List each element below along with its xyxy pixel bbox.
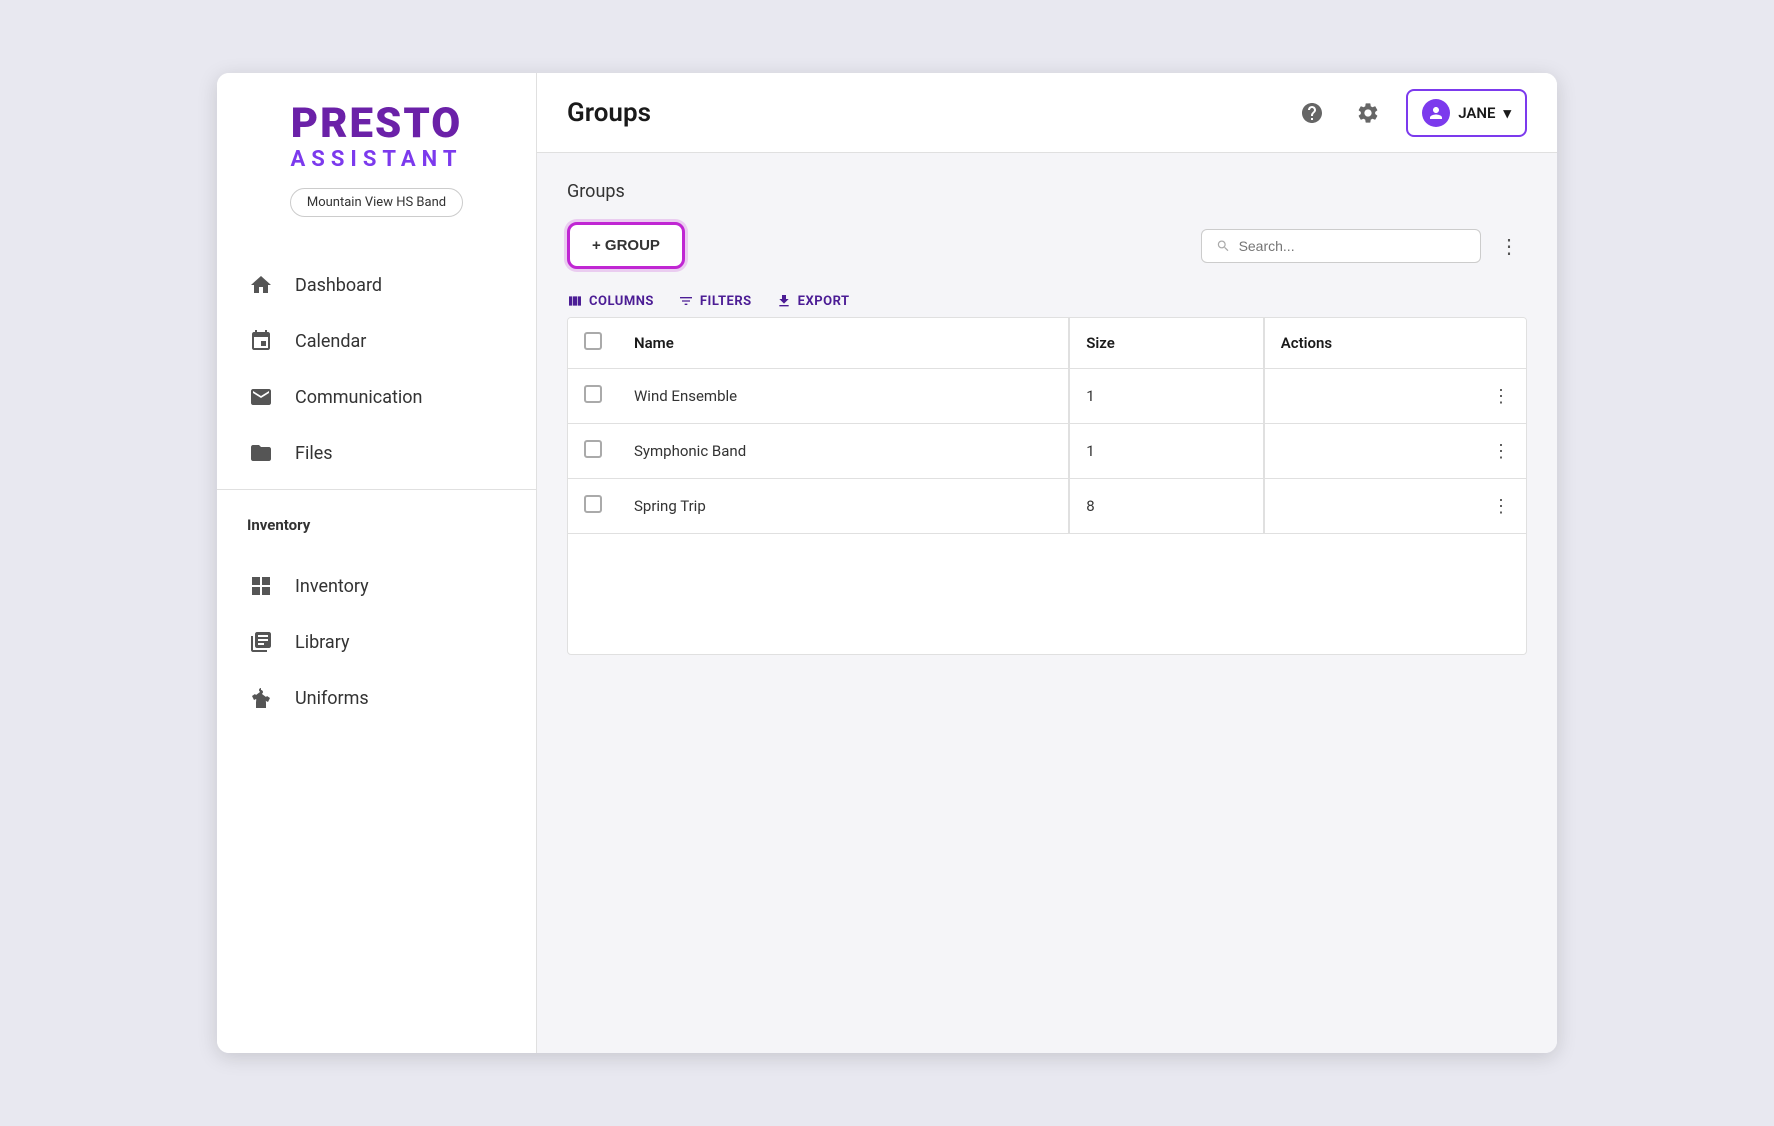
columns-icon bbox=[567, 293, 583, 309]
export-button[interactable]: EXPORT bbox=[776, 293, 850, 309]
more-options-button[interactable]: ⋮ bbox=[1491, 230, 1527, 262]
user-avatar bbox=[1422, 99, 1450, 127]
org-badge[interactable]: Mountain View HS Band bbox=[290, 188, 463, 217]
row-name-1: Symphonic Band bbox=[618, 424, 1069, 479]
row-more-button-2[interactable]: ⋮ bbox=[1281, 496, 1510, 517]
search-input[interactable] bbox=[1239, 238, 1466, 254]
sidebar-item-dashboard[interactable]: Dashboard bbox=[217, 257, 536, 313]
row-checkbox-cell-0 bbox=[568, 369, 618, 424]
main-nav: Dashboard Calendar Communication bbox=[217, 257, 536, 481]
row-checkbox-cell-2 bbox=[568, 479, 618, 534]
sidebar-divider bbox=[217, 489, 536, 490]
row-name-2: Spring Trip bbox=[618, 479, 1069, 534]
chevron-down-icon: ▾ bbox=[1503, 104, 1511, 122]
mail-icon bbox=[247, 383, 275, 411]
uniform-icon bbox=[247, 684, 275, 712]
app-container: PRESTO ASSISTANT Mountain View HS Band D… bbox=[217, 73, 1557, 1053]
toolbar-right: ⋮ bbox=[1201, 229, 1527, 263]
row-actions-2: ⋮ bbox=[1264, 479, 1526, 534]
select-all-checkbox[interactable] bbox=[584, 332, 602, 350]
sidebar-item-label: Calendar bbox=[295, 331, 366, 352]
inventory-nav: Inventory Library Uniforms bbox=[217, 558, 536, 726]
row-actions-0: ⋮ bbox=[1264, 369, 1526, 424]
export-icon bbox=[776, 293, 792, 309]
sidebar: PRESTO ASSISTANT Mountain View HS Band D… bbox=[217, 73, 537, 1053]
table-row: Wind Ensemble 1 ⋮ bbox=[568, 369, 1526, 424]
row-size-0: 1 bbox=[1069, 369, 1264, 424]
sidebar-item-inventory[interactable]: Inventory bbox=[217, 558, 536, 614]
table-body: Wind Ensemble 1 ⋮ Symphonic Band 1 ⋮ Spr… bbox=[568, 369, 1526, 654]
sub-toolbar: COLUMNS FILTERS EXPORT bbox=[567, 285, 1527, 317]
inventory-section-label: Inventory bbox=[217, 498, 536, 538]
table-header-row: Name Size Actions bbox=[568, 318, 1526, 369]
home-icon bbox=[247, 271, 275, 299]
row-name-0: Wind Ensemble bbox=[618, 369, 1069, 424]
row-size-1: 1 bbox=[1069, 424, 1264, 479]
top-bar-actions: JANE ▾ bbox=[1294, 89, 1527, 137]
toolbar-left: + GROUP bbox=[567, 222, 685, 269]
size-column-header: Size bbox=[1069, 318, 1264, 369]
row-checkbox-0[interactable] bbox=[584, 385, 602, 403]
add-group-button[interactable]: + GROUP bbox=[567, 222, 685, 269]
app-logo: PRESTO bbox=[291, 103, 462, 145]
filter-icon bbox=[678, 293, 694, 309]
sidebar-item-communication[interactable]: Communication bbox=[217, 369, 536, 425]
row-actions-1: ⋮ bbox=[1264, 424, 1526, 479]
empty-row bbox=[568, 534, 1526, 654]
help-button[interactable] bbox=[1294, 95, 1330, 131]
search-icon bbox=[1216, 238, 1231, 254]
sidebar-item-label: Communication bbox=[295, 387, 422, 408]
toolbar: + GROUP ⋮ bbox=[567, 222, 1527, 269]
row-checkbox-1[interactable] bbox=[584, 440, 602, 458]
app-sub: ASSISTANT bbox=[291, 147, 463, 172]
row-checkbox-2[interactable] bbox=[584, 495, 602, 513]
main-content: Groups bbox=[537, 73, 1557, 1053]
sidebar-item-label: Files bbox=[295, 443, 333, 464]
search-box bbox=[1201, 229, 1481, 263]
folder-icon bbox=[247, 439, 275, 467]
logo-area: PRESTO ASSISTANT Mountain View HS Band bbox=[217, 103, 536, 237]
sidebar-item-files[interactable]: Files bbox=[217, 425, 536, 481]
table-row: Spring Trip 8 ⋮ bbox=[568, 479, 1526, 534]
grid-icon bbox=[247, 572, 275, 600]
calendar-icon bbox=[247, 327, 275, 355]
actions-column-header: Actions bbox=[1264, 318, 1526, 369]
row-more-button-1[interactable]: ⋮ bbox=[1281, 441, 1510, 462]
top-bar: Groups bbox=[537, 73, 1557, 153]
sidebar-item-label: Library bbox=[295, 632, 350, 653]
name-column-header: Name bbox=[618, 318, 1069, 369]
settings-button[interactable] bbox=[1350, 95, 1386, 131]
row-more-button-0[interactable]: ⋮ bbox=[1281, 386, 1510, 407]
select-all-header bbox=[568, 318, 618, 369]
groups-table: Name Size Actions bbox=[567, 317, 1527, 655]
sidebar-item-uniforms[interactable]: Uniforms bbox=[217, 670, 536, 726]
row-checkbox-cell-1 bbox=[568, 424, 618, 479]
sidebar-item-label: Dashboard bbox=[295, 275, 382, 296]
sidebar-item-label: Inventory bbox=[295, 576, 369, 597]
user-name: JANE bbox=[1458, 104, 1495, 122]
table: Name Size Actions bbox=[568, 318, 1526, 654]
sidebar-item-library[interactable]: Library bbox=[217, 614, 536, 670]
table-row: Symphonic Band 1 ⋮ bbox=[568, 424, 1526, 479]
filters-button[interactable]: FILTERS bbox=[678, 293, 752, 309]
content-breadcrumb: Groups bbox=[567, 181, 1527, 202]
columns-button[interactable]: COLUMNS bbox=[567, 293, 654, 309]
page-title: Groups bbox=[567, 98, 651, 128]
library-icon bbox=[247, 628, 275, 656]
content-area: Groups + GROUP ⋮ bbox=[537, 153, 1557, 1053]
user-menu-button[interactable]: JANE ▾ bbox=[1406, 89, 1527, 137]
sidebar-item-calendar[interactable]: Calendar bbox=[217, 313, 536, 369]
row-size-2: 8 bbox=[1069, 479, 1264, 534]
sidebar-item-label: Uniforms bbox=[295, 688, 369, 709]
